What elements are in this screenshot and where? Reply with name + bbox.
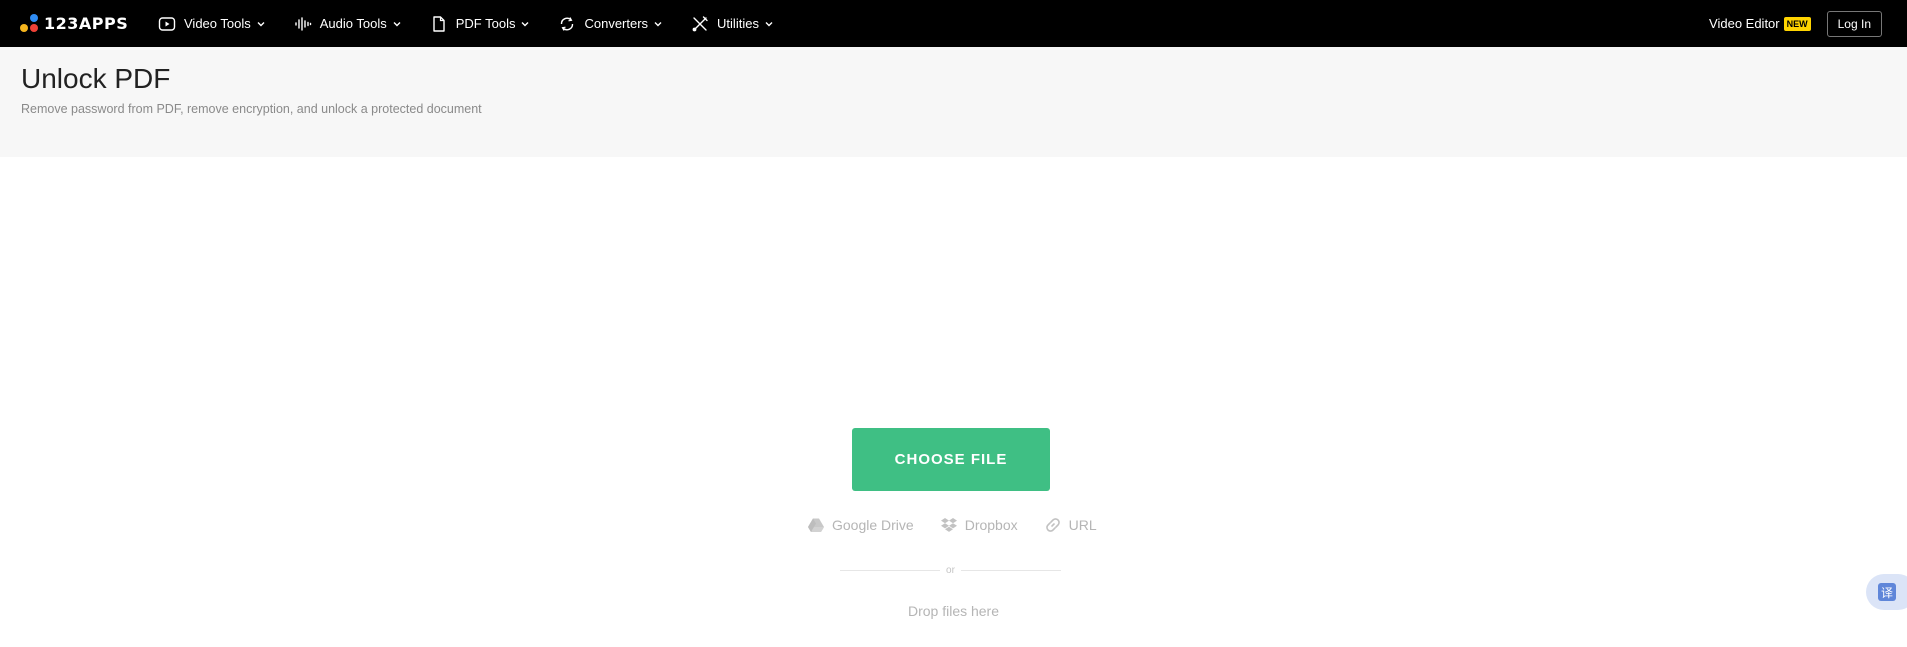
upload-sources: Google Drive Dropbox URL <box>807 514 1097 536</box>
link-icon <box>1044 516 1062 534</box>
logo-text: 123APPS <box>44 13 129 33</box>
page-title: Unlock PDF <box>21 63 171 94</box>
chevron-down-icon <box>392 19 402 29</box>
divider-line <box>840 569 941 571</box>
divider-line <box>960 569 1061 571</box>
nav-item-pdf-tools[interactable]: PDF Tools <box>430 15 531 33</box>
source-dropbox[interactable]: Dropbox <box>940 516 1018 534</box>
play-circle-icon <box>158 15 176 33</box>
nav-item-label: Converters <box>584 16 649 31</box>
nav-item-label: Audio Tools <box>319 16 387 31</box>
waveform-icon <box>294 15 312 33</box>
logo[interactable]: 123APPS <box>20 12 128 34</box>
nav-item-audio-tools[interactable]: Audio Tools <box>294 15 402 33</box>
page-subtitle: Remove password from PDF, remove encrypt… <box>21 102 482 116</box>
convert-cycle-icon <box>558 15 576 33</box>
nav-right-actions: Video Editor NEW Log In <box>1709 0 1882 47</box>
chevron-down-icon <box>764 19 774 29</box>
nav-item-label: Video Tools <box>184 16 251 31</box>
nav-item-converters[interactable]: Converters <box>558 15 663 33</box>
choose-file-button[interactable]: CHOOSE FILE <box>852 428 1050 491</box>
tools-icon <box>691 15 709 33</box>
top-navigation-bar: 123APPS Video Tools Audio Tools PDF Tool… <box>0 0 1907 47</box>
chevron-down-icon <box>256 19 266 29</box>
document-icon <box>430 15 448 33</box>
nav-item-label: Utilities <box>717 16 759 31</box>
or-text: or <box>946 564 955 576</box>
translate-button[interactable]: 译 <box>1866 574 1907 610</box>
chevron-down-icon <box>520 19 530 29</box>
drop-files-text: Drop files here <box>907 603 1000 619</box>
source-google-drive[interactable]: Google Drive <box>807 516 914 534</box>
dropbox-icon <box>940 516 958 534</box>
or-divider: or <box>840 562 1061 578</box>
video-editor-label: Video Editor <box>1709 16 1780 31</box>
login-button[interactable]: Log In <box>1826 10 1882 37</box>
source-label: URL <box>1068 517 1097 533</box>
nav-item-utilities[interactable]: Utilities <box>691 15 774 33</box>
new-badge: NEW <box>1783 16 1811 31</box>
main-nav: Video Tools Audio Tools PDF Tools Conver… <box>158 0 802 47</box>
source-label: Google Drive <box>832 517 914 533</box>
translate-icon: 译 <box>1878 583 1896 601</box>
chevron-down-icon <box>653 19 663 29</box>
nav-item-video-tools[interactable]: Video Tools <box>158 15 266 33</box>
nav-item-label: PDF Tools <box>455 16 516 31</box>
logo-dots-icon <box>20 13 40 33</box>
video-editor-link[interactable]: Video Editor NEW <box>1709 16 1811 31</box>
source-url[interactable]: URL <box>1044 516 1097 534</box>
page-header: Unlock PDF Remove password from PDF, rem… <box>0 47 1907 157</box>
source-label: Dropbox <box>964 517 1018 533</box>
google-drive-icon <box>807 516 825 534</box>
